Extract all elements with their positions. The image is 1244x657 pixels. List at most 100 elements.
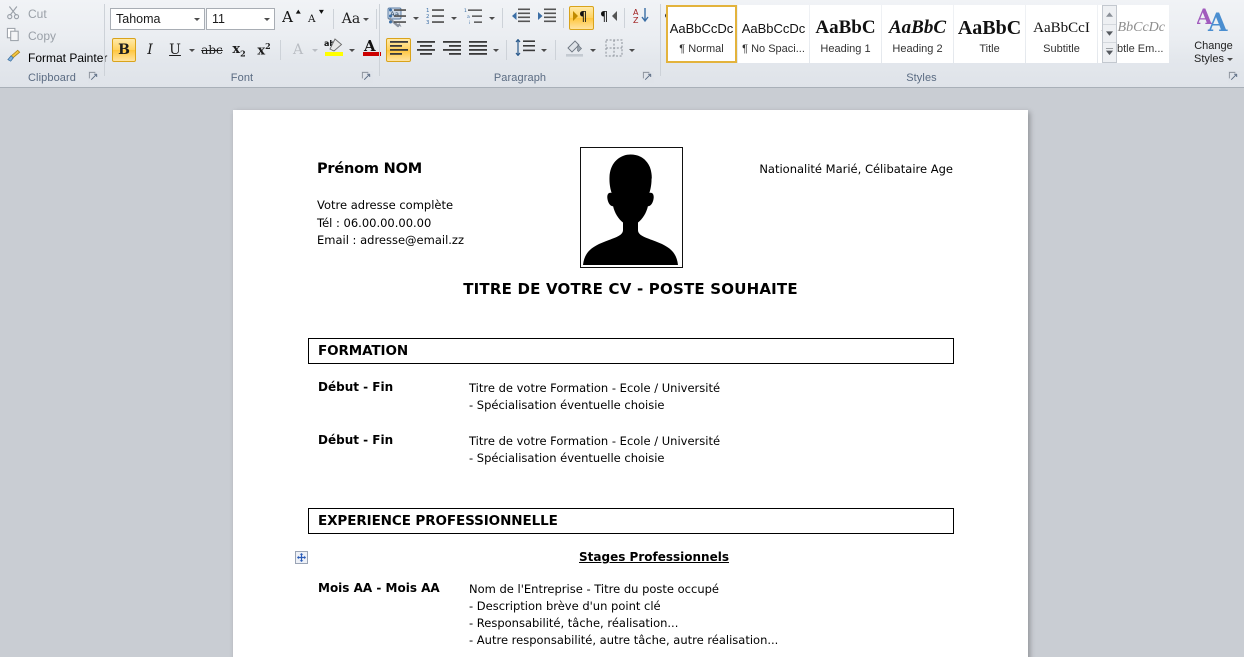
style-item-no-spacing[interactable]: AaBbCcDc ¶ No Spaci... (738, 5, 809, 63)
ribbon-group-change-styles: A A Change Styles (1183, 0, 1244, 87)
ltr-text-direction-button[interactable]: ¶ (569, 6, 594, 30)
underline-dropdown[interactable] (186, 38, 198, 62)
align-left-button[interactable] (386, 38, 411, 62)
font-dialog-launcher[interactable] (361, 71, 373, 83)
scroll-down-icon[interactable] (1103, 25, 1116, 44)
scroll-up-icon[interactable] (1103, 6, 1116, 25)
entry-body: Titre de votre Formation - Ecole / Unive… (469, 380, 720, 414)
borders-button[interactable] (602, 38, 626, 62)
section-heading-text: FORMATION (318, 343, 408, 359)
font-size-combobox[interactable]: 11 (206, 8, 275, 30)
group-separator (502, 8, 503, 28)
text-highlight-color-button[interactable]: ab (321, 36, 347, 62)
underline-button[interactable]: U (163, 38, 187, 62)
styles-dialog-launcher[interactable] (1228, 71, 1240, 83)
paragraph-dialog-launcher[interactable] (642, 71, 654, 83)
shrink-font-button[interactable]: A (305, 7, 329, 31)
svg-text:A: A (1207, 8, 1228, 34)
decrease-indent-icon (511, 7, 531, 30)
style-item-subtitle[interactable]: AaBbCcI Subtitle (1026, 5, 1097, 63)
align-center-icon (416, 40, 436, 61)
contact-block: Votre adresse complète Tél : 06.00.00.00… (317, 197, 464, 250)
svg-text:A: A (282, 8, 294, 26)
svg-text:i: i (469, 20, 470, 25)
line-spacing-button[interactable] (512, 38, 538, 62)
italic-icon: I (147, 43, 153, 57)
candidate-name: Prénom NOM (317, 161, 422, 177)
style-item-heading-2[interactable]: AaBbC Heading 2 (882, 5, 953, 63)
chevron-down-icon[interactable] (190, 18, 204, 21)
change-styles-button[interactable]: A A Change Styles (1183, 4, 1244, 65)
bold-icon: B (118, 43, 130, 57)
chevron-down-icon[interactable] (260, 18, 274, 21)
justify-dropdown[interactable] (490, 38, 502, 62)
copy-button[interactable]: Copy (6, 27, 56, 45)
section-heading-formation: FORMATION (308, 338, 954, 364)
shading-dropdown[interactable] (587, 38, 599, 62)
bullets-dropdown[interactable] (410, 6, 422, 30)
line-spacing-dropdown[interactable] (538, 38, 550, 62)
word-application-window: Cut Copy Format Painter (0, 0, 1244, 657)
style-item-heading-1[interactable]: AaBbC Heading 1 (810, 5, 881, 63)
align-right-button[interactable] (439, 38, 464, 62)
text-effects-button[interactable]: A (286, 38, 310, 62)
ribbon-group-styles: AaBbCcDc ¶ Normal AaBbCcDc ¶ No Spaci...… (661, 0, 1182, 87)
paragraph-group-label: Paragraph (380, 72, 660, 84)
styles-gallery-scrollbar[interactable] (1102, 5, 1117, 63)
cut-button[interactable]: Cut (6, 5, 47, 23)
group-separator (376, 9, 377, 29)
table-move-handle-icon[interactable] (295, 551, 308, 564)
multilevel-list-dropdown[interactable] (486, 6, 498, 30)
text-effects-dropdown[interactable] (309, 38, 321, 62)
numbering-button[interactable]: 1 2 3 (424, 6, 448, 30)
font-name-value: Tahoma (111, 12, 190, 26)
style-preview: AaBbCcDc (740, 13, 808, 43)
grow-font-button[interactable]: A (280, 7, 304, 31)
align-left-icon (389, 40, 409, 61)
group-separator (280, 40, 281, 60)
italic-button[interactable]: I (138, 38, 162, 62)
svg-text:a: a (467, 15, 470, 20)
subscript-button[interactable]: x2 (227, 38, 251, 62)
subscript-icon: x2 (232, 43, 245, 58)
style-item-normal[interactable]: AaBbCcDc ¶ Normal (666, 5, 737, 63)
sort-button[interactable]: AZ (629, 6, 654, 30)
style-item-title[interactable]: AaBbC Title (954, 5, 1025, 63)
superscript-button[interactable]: x2 (252, 38, 276, 62)
font-name-combobox[interactable]: Tahoma (110, 8, 205, 30)
numbering-icon: 1 2 3 (426, 7, 446, 30)
document-canvas[interactable]: Prénom NOM Votre adresse complète Tél : … (0, 89, 1244, 657)
scissors-icon (6, 5, 22, 23)
svg-text:Z: Z (633, 16, 639, 25)
increase-indent-button[interactable] (534, 6, 559, 30)
portrait-photo[interactable] (580, 147, 683, 268)
ltr-text-direction-icon: ¶ (572, 8, 592, 29)
bold-button[interactable]: B (112, 38, 136, 62)
bullets-icon (388, 7, 408, 30)
entry-dates: Début - Fin (318, 380, 393, 394)
copy-label: Copy (28, 29, 56, 43)
ribbon-group-font: Tahoma 11 A A Aa (105, 0, 379, 87)
svg-text:3: 3 (426, 20, 429, 25)
clipboard-dialog-launcher[interactable] (88, 71, 100, 83)
justify-button[interactable] (465, 38, 490, 62)
numbering-dropdown[interactable] (448, 6, 460, 30)
change-case-button[interactable]: Aa (340, 7, 371, 31)
rtl-text-direction-button[interactable]: ¶ (596, 6, 621, 30)
rtl-text-direction-icon: ¶ (599, 8, 619, 29)
align-center-button[interactable] (413, 38, 438, 62)
chevron-down-icon[interactable] (1227, 58, 1233, 61)
shading-button[interactable] (561, 37, 587, 62)
strikethrough-button[interactable]: abc (199, 38, 225, 62)
format-painter-button[interactable]: Format Painter (6, 49, 107, 67)
multilevel-list-button[interactable]: 1 a i (462, 6, 486, 30)
align-right-icon (442, 40, 462, 61)
bullets-button[interactable] (386, 6, 410, 30)
style-label: ¶ No Spaci... (742, 43, 805, 55)
text-highlight-dropdown[interactable] (346, 38, 358, 62)
document-page[interactable]: Prénom NOM Votre adresse complète Tél : … (233, 110, 1028, 657)
borders-dropdown[interactable] (626, 38, 638, 62)
more-styles-icon[interactable] (1103, 43, 1116, 62)
decrease-indent-button[interactable] (508, 6, 533, 30)
grow-font-icon: A (282, 7, 303, 31)
